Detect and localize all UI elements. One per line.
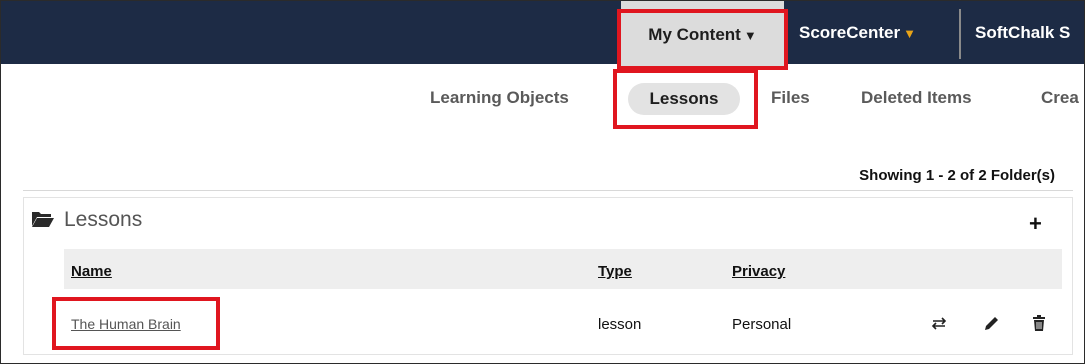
column-header-type[interactable]: Type	[598, 263, 632, 280]
lesson-privacy: Personal	[732, 316, 792, 333]
caret-down-icon: ▼	[743, 28, 757, 43]
subnav-create[interactable]: Crea	[1041, 87, 1079, 109]
folder-open-icon	[32, 212, 54, 227]
caret-down-icon: ▼	[903, 26, 916, 41]
subnav-deleted-items[interactable]: Deleted Items	[861, 87, 972, 109]
lesson-link[interactable]: The Human Brain	[71, 316, 181, 332]
top-nav-bar	[1, 1, 1084, 64]
folder-title[interactable]: Lessons	[64, 208, 142, 232]
add-icon[interactable]: +	[1029, 211, 1042, 237]
subnav-learning-objects[interactable]: Learning Objects	[430, 87, 569, 109]
nav-my-content[interactable]: My Content ▼	[621, 1, 784, 66]
nav-my-content-label: My Content	[648, 25, 741, 44]
subnav-lessons[interactable]: Lessons	[628, 83, 740, 115]
column-header-name[interactable]: Name	[71, 263, 112, 280]
edit-pencil-icon[interactable]	[982, 313, 1000, 333]
table-header	[64, 249, 1062, 289]
app-frame: My Content ▼ ScoreCenter ▼ SoftChalk S Lea…	[0, 0, 1085, 364]
trash-icon[interactable]	[1030, 313, 1048, 333]
subnav-files[interactable]: Files	[771, 87, 810, 109]
lesson-type: lesson	[598, 316, 642, 333]
nav-score-center[interactable]: ScoreCenter ▼	[799, 1, 916, 64]
showing-count: Showing 1 - 2 of 2 Folder(s)	[859, 167, 1055, 184]
column-header-privacy[interactable]: Privacy	[732, 263, 785, 280]
divider-line	[23, 190, 1073, 191]
nav-softchalk[interactable]: SoftChalk S	[975, 1, 1070, 64]
nav-divider	[959, 9, 961, 59]
nav-softchalk-label: SoftChalk S	[975, 23, 1071, 42]
nav-score-center-label: ScoreCenter	[799, 23, 901, 42]
swap-icon[interactable]	[930, 313, 948, 333]
